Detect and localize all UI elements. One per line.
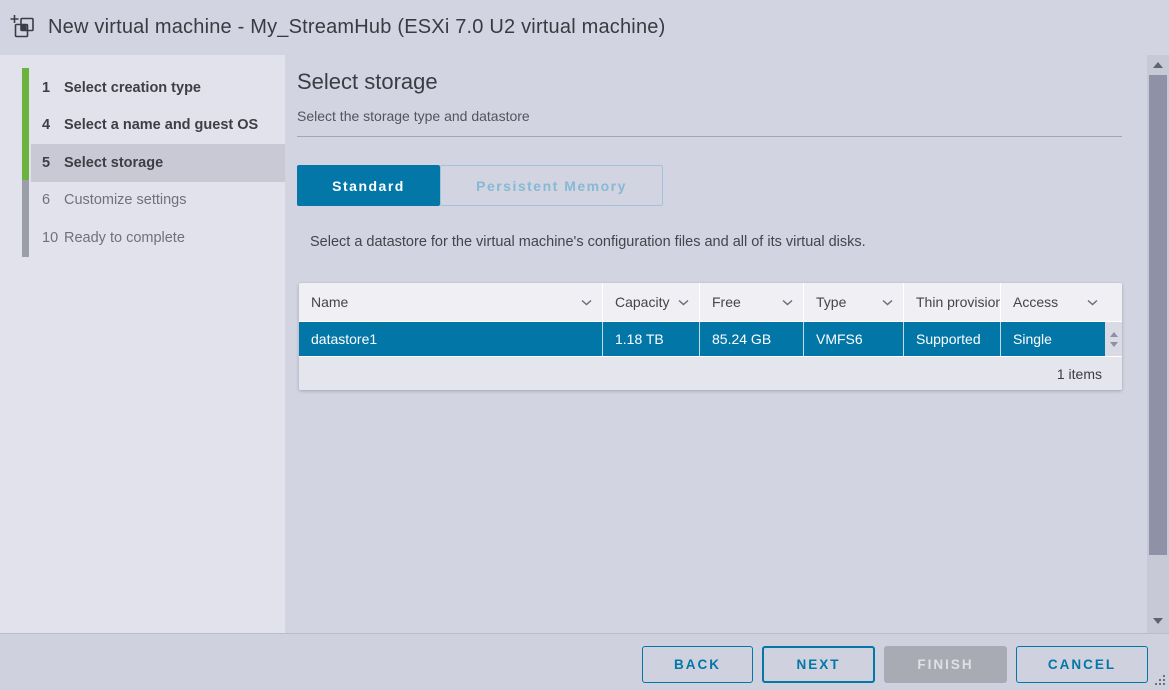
page-subtitle: Select the storage type and datastore [297,108,1147,124]
column-label: Capacity [615,294,669,310]
items-count: 1 items [1057,366,1102,382]
column-header-type[interactable]: Type [803,283,903,321]
table-scroll-up-icon[interactable] [1110,332,1118,337]
table-cell: VMFS6 [803,322,903,356]
table-cell: 85.24 GB [699,322,803,356]
step-label: Select creation type [64,80,201,96]
dialog-footer: BACKNEXTFINISHCANCEL [0,633,1169,690]
column-menu-chevron-icon[interactable] [581,299,592,306]
tab-persistent-memory[interactable]: Persistent Memory [440,165,663,206]
dialog-titlebar: New virtual machine - My_StreamHub (ESXi… [0,0,1169,55]
column-menu-chevron-icon[interactable] [678,299,689,306]
step-number: 4 [42,117,62,133]
column-header-thin-provisioning[interactable]: Thin provisioning [903,283,1000,321]
wizard-step-6: 6Customize settings [31,182,285,220]
step-label: Select a name and guest OS [64,117,258,133]
column-label: Thin provisioning [916,294,1000,310]
tab-label: Persistent Memory [476,178,627,194]
scrollbar-thumb[interactable] [1149,75,1167,555]
table-scrollbar[interactable] [1105,322,1122,356]
select-storage-panel: Select storage Select the storage type a… [285,55,1147,633]
table-cell: Supported [903,322,1000,356]
step-label: Customize settings [64,192,187,208]
column-label: Name [311,294,348,310]
wizard-step-5[interactable]: 5Select storage [31,144,285,182]
table-row-datastore1[interactable]: datastore11.18 TB85.24 GBVMFS6SupportedS… [299,321,1122,356]
column-menu-chevron-icon[interactable] [882,299,893,306]
wizard-step-1[interactable]: 1Select creation type [31,69,285,107]
datastore-table-footer: 1 items [299,356,1122,390]
datastore-table-body: datastore11.18 TB85.24 GBVMFS6SupportedS… [299,321,1122,356]
wizard-steps-nav: 1Select creation type4Select a name and … [0,55,285,633]
step-number: 6 [42,192,62,208]
wizard-step-4[interactable]: 4Select a name and guest OS [31,107,285,145]
scroll-down-arrow-icon[interactable] [1147,611,1169,631]
column-header-name[interactable]: Name [299,283,602,321]
storage-type-tabs: Standard Persistent Memory [297,165,1147,206]
cancel-button[interactable]: CANCEL [1016,646,1148,683]
next-button[interactable]: NEXT [762,646,875,683]
column-menu-chevron-icon[interactable] [1087,299,1098,306]
tab-standard[interactable]: Standard [297,165,440,206]
step-label: Ready to complete [64,230,185,246]
resize-grip[interactable] [1155,675,1166,686]
column-label: Type [816,294,846,310]
step-number: 5 [42,155,62,171]
datastore-description: Select a datastore for the virtual machi… [297,234,1147,250]
column-header-free[interactable]: Free [699,283,803,321]
column-header-access[interactable]: Access [1000,283,1122,321]
page-title: Select storage [297,69,1147,95]
step-number: 10 [42,230,62,246]
new-vm-dialog: New virtual machine - My_StreamHub (ESXi… [0,0,1169,690]
column-label: Free [712,294,741,310]
datastore-table: Name Capacity Free Type Thin provisioning Acc… [299,283,1122,390]
column-label: Access [1013,294,1058,310]
wizard-step-10: 10Ready to complete [31,219,285,257]
back-button[interactable]: BACK [642,646,753,683]
table-cell: datastore1 [299,322,602,356]
scroll-up-arrow-icon[interactable] [1147,55,1169,75]
table-cell: Single [1000,322,1105,356]
step-label: Select storage [64,155,163,171]
table-cell: 1.18 TB [602,322,699,356]
column-header-capacity[interactable]: Capacity [602,283,699,321]
dialog-title: New virtual machine - My_StreamHub (ESXi… [48,16,665,39]
finish-button[interactable]: FINISH [884,646,1007,683]
progress-rail-complete [22,68,29,180]
progress-rail [22,68,29,257]
header-divider [297,136,1122,137]
step-number: 1 [42,80,62,96]
new-vm-icon [10,14,37,41]
datastore-table-header: Name Capacity Free Type Thin provisioning Acc… [299,283,1122,321]
tab-label: Standard [332,178,405,194]
vertical-scrollbar[interactable] [1147,55,1169,633]
table-scroll-down-icon[interactable] [1110,342,1118,347]
column-menu-chevron-icon[interactable] [782,299,793,306]
